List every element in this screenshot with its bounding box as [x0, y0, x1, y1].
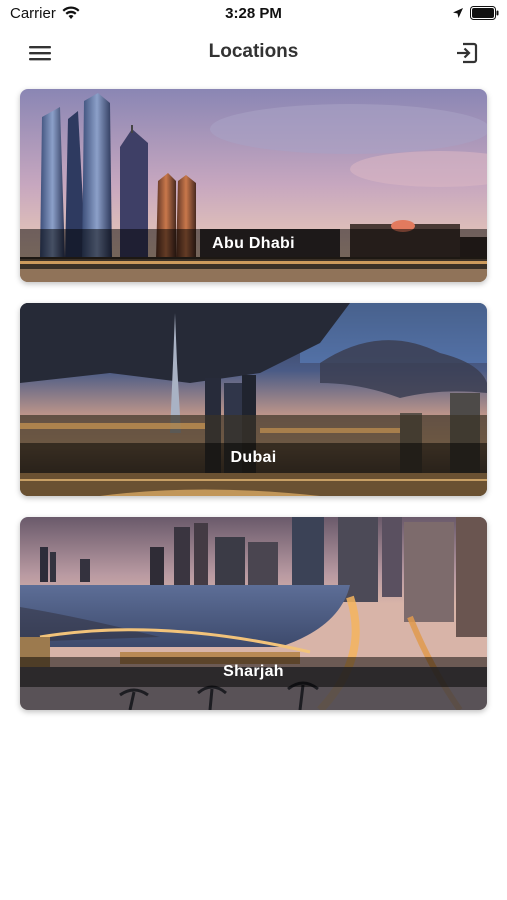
clock: 3:28 PM — [225, 5, 282, 22]
logout-icon[interactable] — [452, 38, 482, 68]
location-name: Abu Dhabi — [20, 229, 487, 259]
location-arrow-icon — [453, 8, 463, 18]
location-name: Dubai — [20, 443, 487, 473]
location-card-sharjah[interactable]: Sharjah — [20, 517, 487, 710]
status-bar: Carrier 3:28 PM — [0, 0, 507, 30]
location-card-abu-dhabi[interactable]: Abu Dhabi — [20, 89, 487, 282]
page-title: Locations — [208, 41, 299, 62]
location-name: Sharjah — [20, 657, 487, 687]
location-card-dubai[interactable]: Dubai — [20, 303, 487, 496]
navigation-bar: Locations — [0, 30, 507, 76]
battery-icon — [470, 6, 499, 20]
